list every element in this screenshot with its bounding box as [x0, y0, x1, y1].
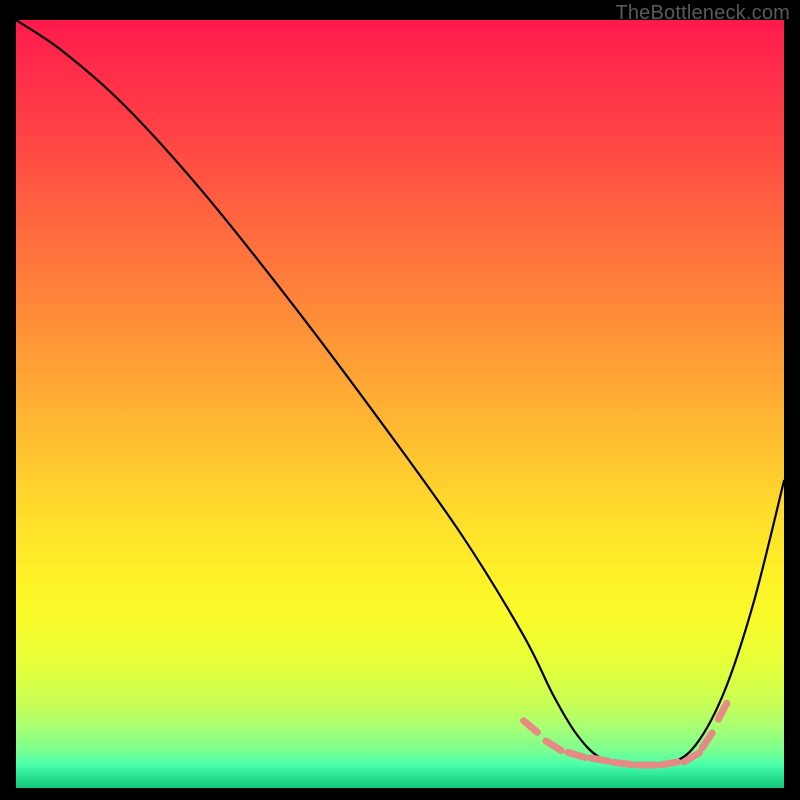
marker-dash [568, 752, 585, 757]
marker-dash [718, 703, 726, 719]
marker-dash [546, 741, 561, 750]
chart-frame: TheBottleneck.com [0, 0, 800, 800]
marker-dash [660, 762, 678, 765]
marker-dash [524, 721, 538, 733]
marker-dashes [524, 703, 727, 765]
marker-dash [614, 762, 632, 764]
curve-svg [16, 20, 784, 788]
marker-dash [591, 758, 609, 761]
bottleneck-curve [16, 20, 784, 766]
plot-area [16, 20, 784, 788]
